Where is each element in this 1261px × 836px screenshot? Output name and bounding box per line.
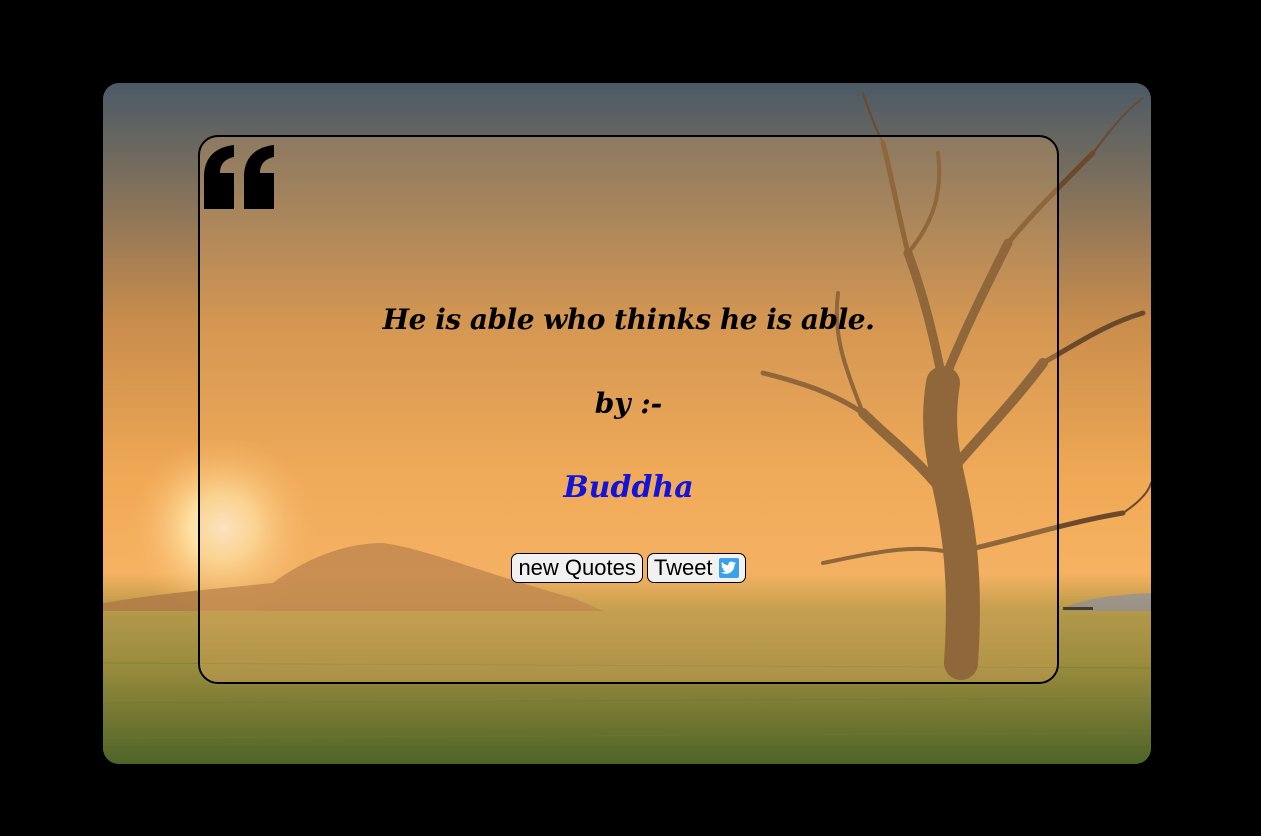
tweet-button[interactable]: Tweet — [646, 553, 746, 583]
twitter-icon — [718, 558, 739, 578]
quote-text: He is able who thinks he is able. — [382, 303, 875, 336]
attribution-label: by :- — [594, 387, 663, 420]
quote-author: Buddha — [563, 470, 694, 505]
tweet-button-label: Tweet — [653, 555, 713, 580]
action-buttons: new Quotes Tweet — [200, 553, 1057, 583]
new-quote-button[interactable]: new Quotes — [511, 553, 643, 583]
left-double-quote-icon — [204, 145, 274, 209]
quote-card: He is able who thinks he is able. by :- … — [198, 135, 1059, 684]
new-quote-button-label: new Quotes — [518, 555, 636, 580]
